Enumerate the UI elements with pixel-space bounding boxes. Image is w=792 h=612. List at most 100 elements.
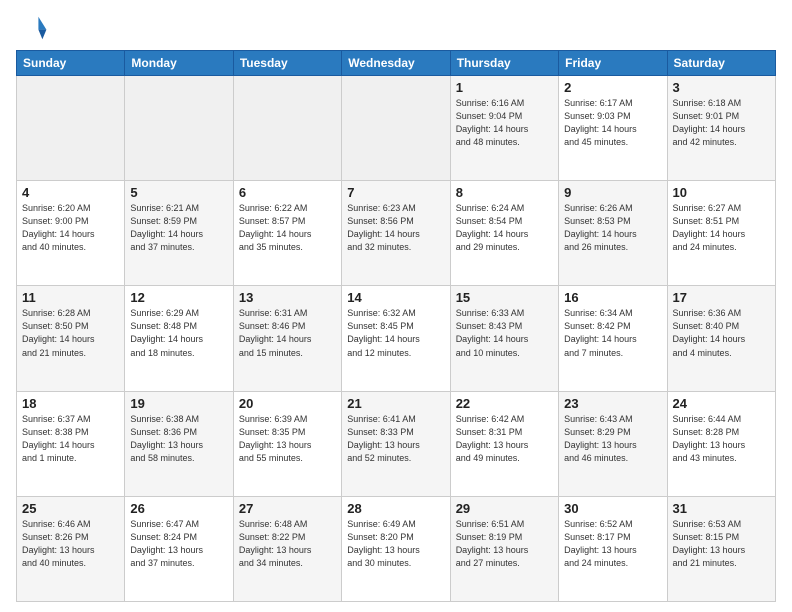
day-info: Sunrise: 6:36 AM Sunset: 8:40 PM Dayligh…	[673, 307, 770, 359]
day-number: 27	[239, 501, 336, 516]
calendar-day-cell: 13 Sunrise: 6:31 AM Sunset: 8:46 PM Dayli…	[233, 286, 341, 391]
calendar-day-cell: 25 Sunrise: 6:46 AM Sunset: 8:26 PM Dayli…	[17, 496, 125, 601]
calendar-day-cell: 17Sunrise: 6:36 AM Sunset: 8:40 PM Dayli…	[667, 286, 775, 391]
calendar-week-row: 11Sunrise: 6:28 AM Sunset: 8:50 PM Dayli…	[17, 286, 776, 391]
day-info: Sunrise: 6:33 AM Sunset: 8:43 PM Dayligh…	[456, 307, 553, 359]
day-info: Sunrise: 6:47 AM Sunset: 8:24 PM Dayligh…	[130, 518, 227, 570]
weekday-header-row: SundayMondayTuesdayWednesdayThursdayFrid…	[17, 51, 776, 76]
day-info: Sunrise: 6:34 AM Sunset: 8:42 PM Dayligh…	[564, 307, 661, 359]
calendar-week-row: 25 Sunrise: 6:46 AM Sunset: 8:26 PM Dayli…	[17, 496, 776, 601]
calendar-day-cell: 24 Sunrise: 6:44 AM Sunset: 8:28 PM Dayli…	[667, 391, 775, 496]
page: SundayMondayTuesdayWednesdayThursdayFrid…	[0, 0, 792, 612]
header	[16, 12, 776, 44]
calendar-day-cell: 16 Sunrise: 6:34 AM Sunset: 8:42 PM Dayli…	[559, 286, 667, 391]
day-info: Sunrise: 6:39 AM Sunset: 8:35 PM Dayligh…	[239, 413, 336, 465]
calendar-week-row: 18 Sunrise: 6:37 AM Sunset: 8:38 PM Dayli…	[17, 391, 776, 496]
calendar-day-cell: 5Sunrise: 6:21 AM Sunset: 8:59 PM Daylig…	[125, 181, 233, 286]
day-info: Sunrise: 6:16 AM Sunset: 9:04 PM Dayligh…	[456, 97, 553, 149]
day-info: Sunrise: 6:29 AM Sunset: 8:48 PM Dayligh…	[130, 307, 227, 359]
calendar-week-row: 4Sunrise: 6:20 AM Sunset: 9:00 PM Daylig…	[17, 181, 776, 286]
day-info: Sunrise: 6:32 AM Sunset: 8:45 PM Dayligh…	[347, 307, 444, 359]
day-info: Sunrise: 6:43 AM Sunset: 8:29 PM Dayligh…	[564, 413, 661, 465]
weekday-header-cell: Monday	[125, 51, 233, 76]
day-number: 15	[456, 290, 553, 305]
logo-icon	[16, 12, 48, 44]
calendar-day-cell: 12 Sunrise: 6:29 AM Sunset: 8:48 PM Dayli…	[125, 286, 233, 391]
day-info: Sunrise: 6:44 AM Sunset: 8:28 PM Dayligh…	[673, 413, 770, 465]
calendar-day-cell: 29Sunrise: 6:51 AM Sunset: 8:19 PM Dayli…	[450, 496, 558, 601]
day-number: 10	[673, 185, 770, 200]
calendar-day-cell: 21 Sunrise: 6:41 AM Sunset: 8:33 PM Dayli…	[342, 391, 450, 496]
calendar-day-cell: 6 Sunrise: 6:22 AM Sunset: 8:57 PM Daylig…	[233, 181, 341, 286]
calendar-day-cell: 31Sunrise: 6:53 AM Sunset: 8:15 PM Dayli…	[667, 496, 775, 601]
calendar-day-cell: 9 Sunrise: 6:26 AM Sunset: 8:53 PM Daylig…	[559, 181, 667, 286]
weekday-header-cell: Wednesday	[342, 51, 450, 76]
day-info: Sunrise: 6:52 AM Sunset: 8:17 PM Dayligh…	[564, 518, 661, 570]
day-number: 3	[673, 80, 770, 95]
calendar-day-cell: 10 Sunrise: 6:27 AM Sunset: 8:51 PM Dayli…	[667, 181, 775, 286]
day-number: 28	[347, 501, 444, 516]
day-info: Sunrise: 6:37 AM Sunset: 8:38 PM Dayligh…	[22, 413, 119, 465]
day-number: 21	[347, 396, 444, 411]
day-number: 22	[456, 396, 553, 411]
day-info: Sunrise: 6:21 AM Sunset: 8:59 PM Dayligh…	[130, 202, 227, 254]
day-number: 6	[239, 185, 336, 200]
day-info: Sunrise: 6:42 AM Sunset: 8:31 PM Dayligh…	[456, 413, 553, 465]
day-number: 24	[673, 396, 770, 411]
calendar-day-cell: 15 Sunrise: 6:33 AM Sunset: 8:43 PM Dayli…	[450, 286, 558, 391]
day-info: Sunrise: 6:18 AM Sunset: 9:01 PM Dayligh…	[673, 97, 770, 149]
calendar-day-cell: 2 Sunrise: 6:17 AM Sunset: 9:03 PM Daylig…	[559, 76, 667, 181]
day-info: Sunrise: 6:31 AM Sunset: 8:46 PM Dayligh…	[239, 307, 336, 359]
day-number: 25	[22, 501, 119, 516]
weekday-header-cell: Saturday	[667, 51, 775, 76]
day-info: Sunrise: 6:27 AM Sunset: 8:51 PM Dayligh…	[673, 202, 770, 254]
day-info: Sunrise: 6:53 AM Sunset: 8:15 PM Dayligh…	[673, 518, 770, 570]
logo	[16, 12, 52, 44]
calendar-day-cell	[342, 76, 450, 181]
calendar-day-cell: 26 Sunrise: 6:47 AM Sunset: 8:24 PM Dayli…	[125, 496, 233, 601]
calendar-body: 1 Sunrise: 6:16 AM Sunset: 9:04 PM Daylig…	[17, 76, 776, 602]
day-info: Sunrise: 6:26 AM Sunset: 8:53 PM Dayligh…	[564, 202, 661, 254]
calendar-day-cell	[233, 76, 341, 181]
calendar-day-cell	[17, 76, 125, 181]
day-number: 26	[130, 501, 227, 516]
weekday-header-cell: Friday	[559, 51, 667, 76]
day-number: 9	[564, 185, 661, 200]
day-number: 18	[22, 396, 119, 411]
day-info: Sunrise: 6:41 AM Sunset: 8:33 PM Dayligh…	[347, 413, 444, 465]
calendar-day-cell: 27 Sunrise: 6:48 AM Sunset: 8:22 PM Dayli…	[233, 496, 341, 601]
day-info: Sunrise: 6:23 AM Sunset: 8:56 PM Dayligh…	[347, 202, 444, 254]
weekday-header-cell: Tuesday	[233, 51, 341, 76]
calendar-day-cell: 3 Sunrise: 6:18 AM Sunset: 9:01 PM Daylig…	[667, 76, 775, 181]
day-number: 8	[456, 185, 553, 200]
calendar-day-cell: 22 Sunrise: 6:42 AM Sunset: 8:31 PM Dayli…	[450, 391, 558, 496]
calendar-day-cell: 7 Sunrise: 6:23 AM Sunset: 8:56 PM Daylig…	[342, 181, 450, 286]
day-number: 7	[347, 185, 444, 200]
calendar-day-cell: 8Sunrise: 6:24 AM Sunset: 8:54 PM Daylig…	[450, 181, 558, 286]
day-info: Sunrise: 6:28 AM Sunset: 8:50 PM Dayligh…	[22, 307, 119, 359]
day-info: Sunrise: 6:49 AM Sunset: 8:20 PM Dayligh…	[347, 518, 444, 570]
calendar-day-cell: 30Sunrise: 6:52 AM Sunset: 8:17 PM Dayli…	[559, 496, 667, 601]
day-info: Sunrise: 6:20 AM Sunset: 9:00 PM Dayligh…	[22, 202, 119, 254]
day-info: Sunrise: 6:46 AM Sunset: 8:26 PM Dayligh…	[22, 518, 119, 570]
calendar-day-cell: 14 Sunrise: 6:32 AM Sunset: 8:45 PM Dayli…	[342, 286, 450, 391]
day-number: 20	[239, 396, 336, 411]
day-info: Sunrise: 6:22 AM Sunset: 8:57 PM Dayligh…	[239, 202, 336, 254]
day-number: 2	[564, 80, 661, 95]
day-number: 1	[456, 80, 553, 95]
day-info: Sunrise: 6:17 AM Sunset: 9:03 PM Dayligh…	[564, 97, 661, 149]
day-number: 14	[347, 290, 444, 305]
day-info: Sunrise: 6:51 AM Sunset: 8:19 PM Dayligh…	[456, 518, 553, 570]
day-info: Sunrise: 6:48 AM Sunset: 8:22 PM Dayligh…	[239, 518, 336, 570]
day-number: 12	[130, 290, 227, 305]
calendar-day-cell	[125, 76, 233, 181]
day-number: 16	[564, 290, 661, 305]
calendar-day-cell: 11Sunrise: 6:28 AM Sunset: 8:50 PM Dayli…	[17, 286, 125, 391]
weekday-header-cell: Thursday	[450, 51, 558, 76]
calendar-table: SundayMondayTuesdayWednesdayThursdayFrid…	[16, 50, 776, 602]
calendar-day-cell: 18 Sunrise: 6:37 AM Sunset: 8:38 PM Dayli…	[17, 391, 125, 496]
day-info: Sunrise: 6:38 AM Sunset: 8:36 PM Dayligh…	[130, 413, 227, 465]
calendar-week-row: 1 Sunrise: 6:16 AM Sunset: 9:04 PM Daylig…	[17, 76, 776, 181]
day-number: 13	[239, 290, 336, 305]
calendar-day-cell: 28 Sunrise: 6:49 AM Sunset: 8:20 PM Dayli…	[342, 496, 450, 601]
